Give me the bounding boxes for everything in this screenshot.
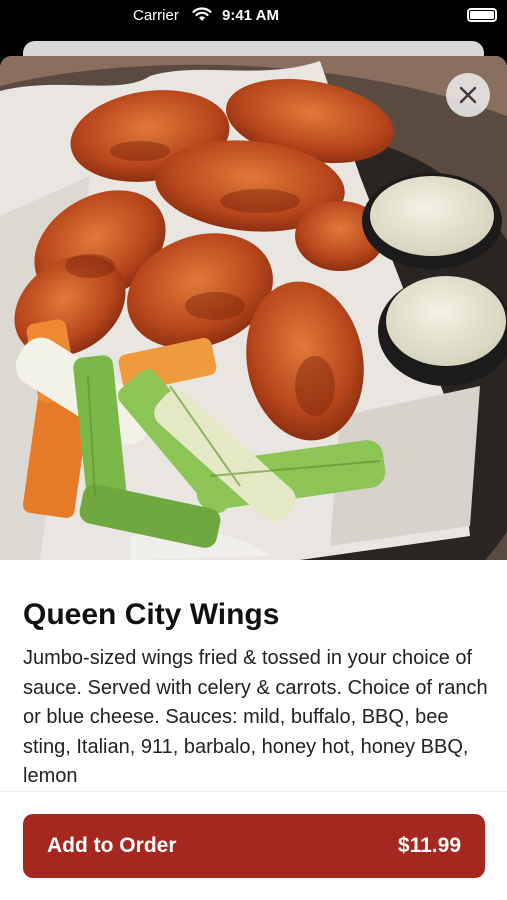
battery-icon: [467, 8, 497, 22]
divider: [0, 791, 507, 792]
item-price: $11.99: [397, 834, 461, 857]
close-icon: [459, 86, 477, 104]
item-detail-sheet: Queen City Wings Jumbo-sized wings fried…: [0, 56, 507, 900]
item-photo: [0, 56, 507, 560]
carrier-label: Carrier: [133, 7, 179, 24]
item-title: Queen City Wings: [23, 598, 280, 631]
wifi-icon: [192, 7, 212, 21]
clock: 9:41 AM: [222, 7, 279, 24]
item-description: Jumbo-sized wings fried & tossed in your…: [23, 647, 488, 787]
add-to-order-label: Add to Order: [47, 834, 177, 857]
status-bar: Carrier 9:41 AM: [0, 0, 507, 34]
add-to-order-button[interactable]: Add to Order $11.99: [23, 814, 485, 878]
close-button[interactable]: [446, 73, 490, 117]
